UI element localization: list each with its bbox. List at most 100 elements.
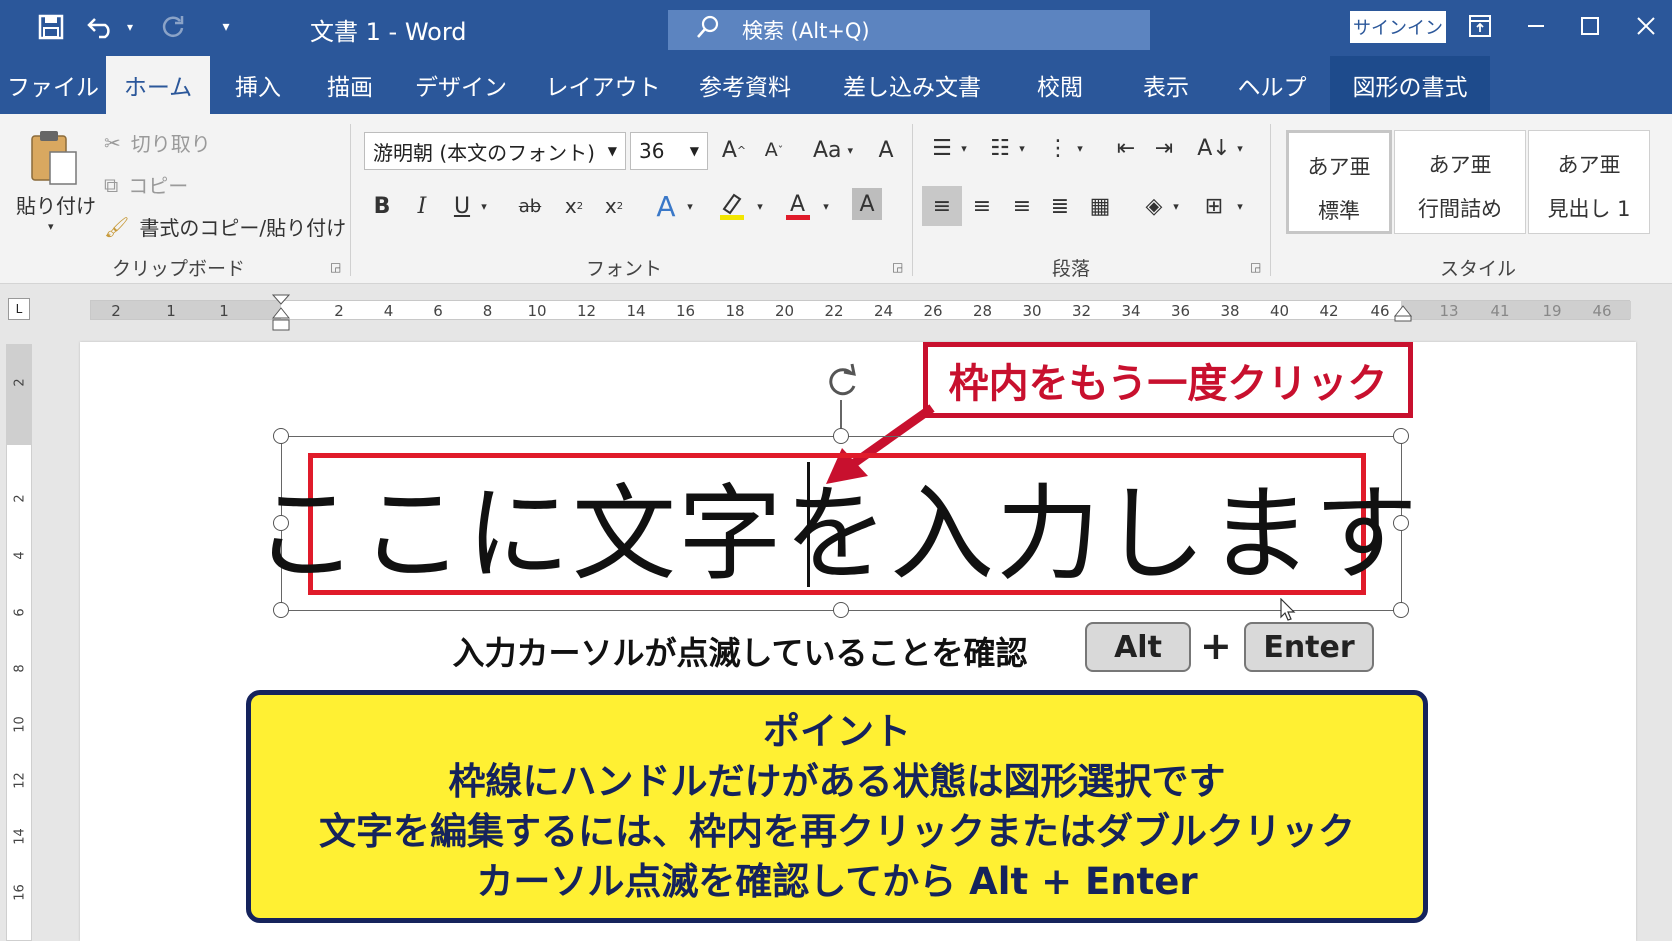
asian-layout-dropdown-icon[interactable]: ▾: [1232, 130, 1248, 166]
bold-icon[interactable]: B: [364, 188, 400, 224]
save-icon[interactable]: [34, 8, 68, 46]
ribbon-display-icon[interactable]: [1460, 8, 1500, 44]
strikethrough-icon[interactable]: ab: [512, 188, 548, 224]
bullets-icon[interactable]: ☰: [924, 130, 960, 166]
text-box[interactable]: ここに文字を入力します: [254, 453, 1418, 595]
indent-marker-icon[interactable]: [271, 294, 291, 338]
resize-handle[interactable]: [273, 602, 289, 618]
font-color-dropdown-icon[interactable]: ▾: [818, 188, 834, 224]
paste-dropdown-icon[interactable]: ▾: [48, 220, 54, 233]
shrink-font-icon[interactable]: Aˇ: [756, 132, 792, 168]
paste-icon[interactable]: [28, 128, 80, 186]
format-painter-button[interactable]: 🖌 書式のコピー/貼り付け: [104, 212, 346, 241]
tab-design[interactable]: デザイン: [404, 56, 518, 114]
text-effects-icon[interactable]: A: [648, 188, 684, 224]
document-title: 文書 1 - Word: [310, 18, 467, 46]
borders-icon[interactable]: ⊞: [1196, 188, 1232, 224]
ruler-number: 28: [972, 302, 993, 320]
grow-font-icon[interactable]: A ^: [716, 132, 752, 168]
undo-dropdown-icon[interactable]: ▾: [122, 8, 138, 46]
multilevel-dropdown-icon[interactable]: ▾: [1072, 130, 1088, 166]
borders-dropdown-icon[interactable]: ▾: [1232, 188, 1248, 224]
customize-toolbar-icon[interactable]: ▾: [216, 8, 236, 46]
bullets-dropdown-icon[interactable]: ▾: [956, 130, 972, 166]
font-color-icon[interactable]: A: [780, 188, 816, 224]
tab-shape-format[interactable]: 図形の書式: [1330, 56, 1490, 114]
maximize-icon[interactable]: [1570, 8, 1610, 44]
font-launcher-icon[interactable]: ◲: [892, 260, 903, 274]
style-name: 行間詰め: [1418, 197, 1502, 221]
vertical-ruler[interactable]: 2 2 4 6 8 10 12 14 16: [6, 344, 32, 941]
search-icon: [696, 15, 720, 45]
font-name-select[interactable]: 游明朝 (本文のフォント) ▼: [364, 132, 626, 170]
undo-icon[interactable]: [84, 8, 118, 46]
group-label-styles: スタイル: [1440, 258, 1517, 280]
copy-button[interactable]: ⧉ コピー: [104, 170, 188, 199]
text-box-content[interactable]: ここに文字を入力します: [254, 449, 1420, 600]
ruler-number: 34: [1121, 302, 1141, 320]
tab-home[interactable]: ホーム: [106, 56, 210, 114]
numbering-icon[interactable]: ☷: [982, 130, 1018, 166]
style-no-spacing[interactable]: あア亜 行間詰め: [1394, 130, 1526, 234]
subscript-icon[interactable]: x2: [556, 188, 592, 224]
redo-icon[interactable]: [156, 8, 190, 46]
format-painter-label: 書式のコピー/貼り付け: [139, 216, 347, 240]
resize-handle[interactable]: [833, 428, 849, 444]
text-effects-dropdown-icon[interactable]: ▾: [682, 188, 698, 224]
character-shading-icon[interactable]: A: [852, 188, 882, 220]
underline-icon[interactable]: U: [444, 188, 480, 224]
resize-handle[interactable]: [833, 602, 849, 618]
search-box[interactable]: 検索 (Alt+Q): [668, 10, 1150, 50]
shading-icon[interactable]: ◈: [1136, 188, 1172, 224]
justify-icon[interactable]: ≣: [1042, 188, 1078, 224]
point-line: 枠線にハンドルだけがある状態は図形選択です: [448, 760, 1226, 803]
align-center-icon[interactable]: ≡: [964, 188, 1000, 224]
numbering-dropdown-icon[interactable]: ▾: [1014, 130, 1030, 166]
style-standard[interactable]: あア亜 標準: [1286, 130, 1392, 234]
tab-draw[interactable]: 描画: [310, 56, 390, 114]
align-left-icon[interactable]: ≡: [922, 186, 962, 226]
clear-formatting-icon[interactable]: A: [868, 132, 904, 168]
ruler-number: 46: [1592, 302, 1612, 320]
tab-file[interactable]: ファイル: [4, 56, 102, 114]
tab-review[interactable]: 校閲: [1024, 56, 1096, 114]
multilevel-list-icon[interactable]: ⋮: [1040, 130, 1076, 166]
ruler-number: 38: [1220, 302, 1240, 320]
italic-icon[interactable]: I: [404, 188, 440, 224]
tab-help[interactable]: ヘルプ: [1230, 56, 1314, 114]
resize-handle[interactable]: [1393, 602, 1409, 618]
style-heading-1[interactable]: あア亜 見出し 1: [1528, 130, 1650, 234]
highlight-dropdown-icon[interactable]: ▾: [752, 188, 768, 224]
minimize-icon[interactable]: [1516, 8, 1556, 44]
divider: [912, 124, 913, 276]
tab-selector-icon[interactable]: L: [8, 298, 30, 320]
decrease-indent-icon[interactable]: ⇤: [1108, 130, 1144, 166]
close-icon[interactable]: [1626, 8, 1666, 44]
right-indent-marker-icon[interactable]: [1393, 304, 1413, 326]
ruler-number: 6: [433, 302, 443, 320]
signin-button[interactable]: サインイン: [1350, 11, 1446, 43]
resize-handle[interactable]: [1393, 428, 1409, 444]
tab-mailings[interactable]: 差し込み文書: [832, 56, 992, 114]
superscript-icon[interactable]: x2: [596, 188, 632, 224]
align-right-icon[interactable]: ≡: [1004, 188, 1040, 224]
font-size-select[interactable]: 36 ▼: [630, 132, 708, 170]
tab-insert[interactable]: 挿入: [218, 56, 298, 114]
tab-view[interactable]: 表示: [1130, 56, 1202, 114]
change-case-button[interactable]: Aa ▾: [810, 132, 856, 168]
tab-references[interactable]: 参考資料: [690, 56, 800, 114]
underline-dropdown-icon[interactable]: ▾: [476, 188, 492, 224]
paste-button-label[interactable]: 貼り付け: [16, 190, 96, 219]
highlight-icon[interactable]: [714, 188, 750, 224]
distributed-icon[interactable]: ▦: [1082, 188, 1118, 224]
resize-handle[interactable]: [273, 428, 289, 444]
increase-indent-icon[interactable]: ⇥: [1146, 130, 1182, 166]
tab-layout[interactable]: レイアウト: [542, 56, 664, 114]
clipboard-launcher-icon[interactable]: ◲: [330, 260, 341, 274]
callout-box: 枠内をもう一度クリック: [923, 342, 1413, 418]
paragraph-launcher-icon[interactable]: ◲: [1250, 260, 1261, 274]
shading-dropdown-icon[interactable]: ▾: [1168, 188, 1184, 224]
asian-layout-icon[interactable]: A↓: [1196, 130, 1232, 166]
cut-button[interactable]: ✂ 切り取り: [104, 128, 211, 157]
plus-sign: +: [1200, 624, 1232, 668]
